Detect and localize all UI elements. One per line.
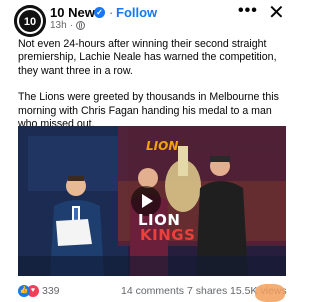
- like-reaction-icon[interactable]: 👍: [18, 285, 30, 297]
- post-meta: 13h ·: [50, 20, 86, 31]
- shares-count-link[interactable]: 7 shares: [187, 285, 227, 297]
- more-options-button[interactable]: •••: [238, 2, 258, 20]
- close-button[interactable]: ✕: [268, 0, 285, 25]
- video-title-line-2: KINGS: [140, 226, 196, 244]
- separator-dot: ·: [109, 5, 114, 20]
- follow-button[interactable]: Follow: [116, 5, 157, 20]
- post-text: Not even 24-hours after winning their se…: [18, 38, 293, 131]
- post-header: 10 10 News ✓ · Follow 13h · ••• ✕: [0, 0, 300, 37]
- page-avatar[interactable]: 10: [14, 5, 46, 37]
- reaction-count[interactable]: 339: [42, 285, 60, 297]
- post-paragraph: Not even 24-hours after winning their se…: [18, 38, 277, 77]
- media-logo-overlay: LION: [146, 139, 179, 153]
- meta-separator: ·: [69, 20, 74, 31]
- logo-text: 10: [24, 16, 36, 28]
- public-globe-icon: [76, 21, 86, 30]
- verified-badge-icon: ✓: [94, 7, 105, 18]
- post-timestamp[interactable]: 13h: [50, 20, 67, 31]
- comments-count-link[interactable]: 14 comments: [121, 285, 184, 297]
- decorative-blob: [255, 284, 285, 302]
- ten-news-logo-icon: 10: [14, 5, 46, 37]
